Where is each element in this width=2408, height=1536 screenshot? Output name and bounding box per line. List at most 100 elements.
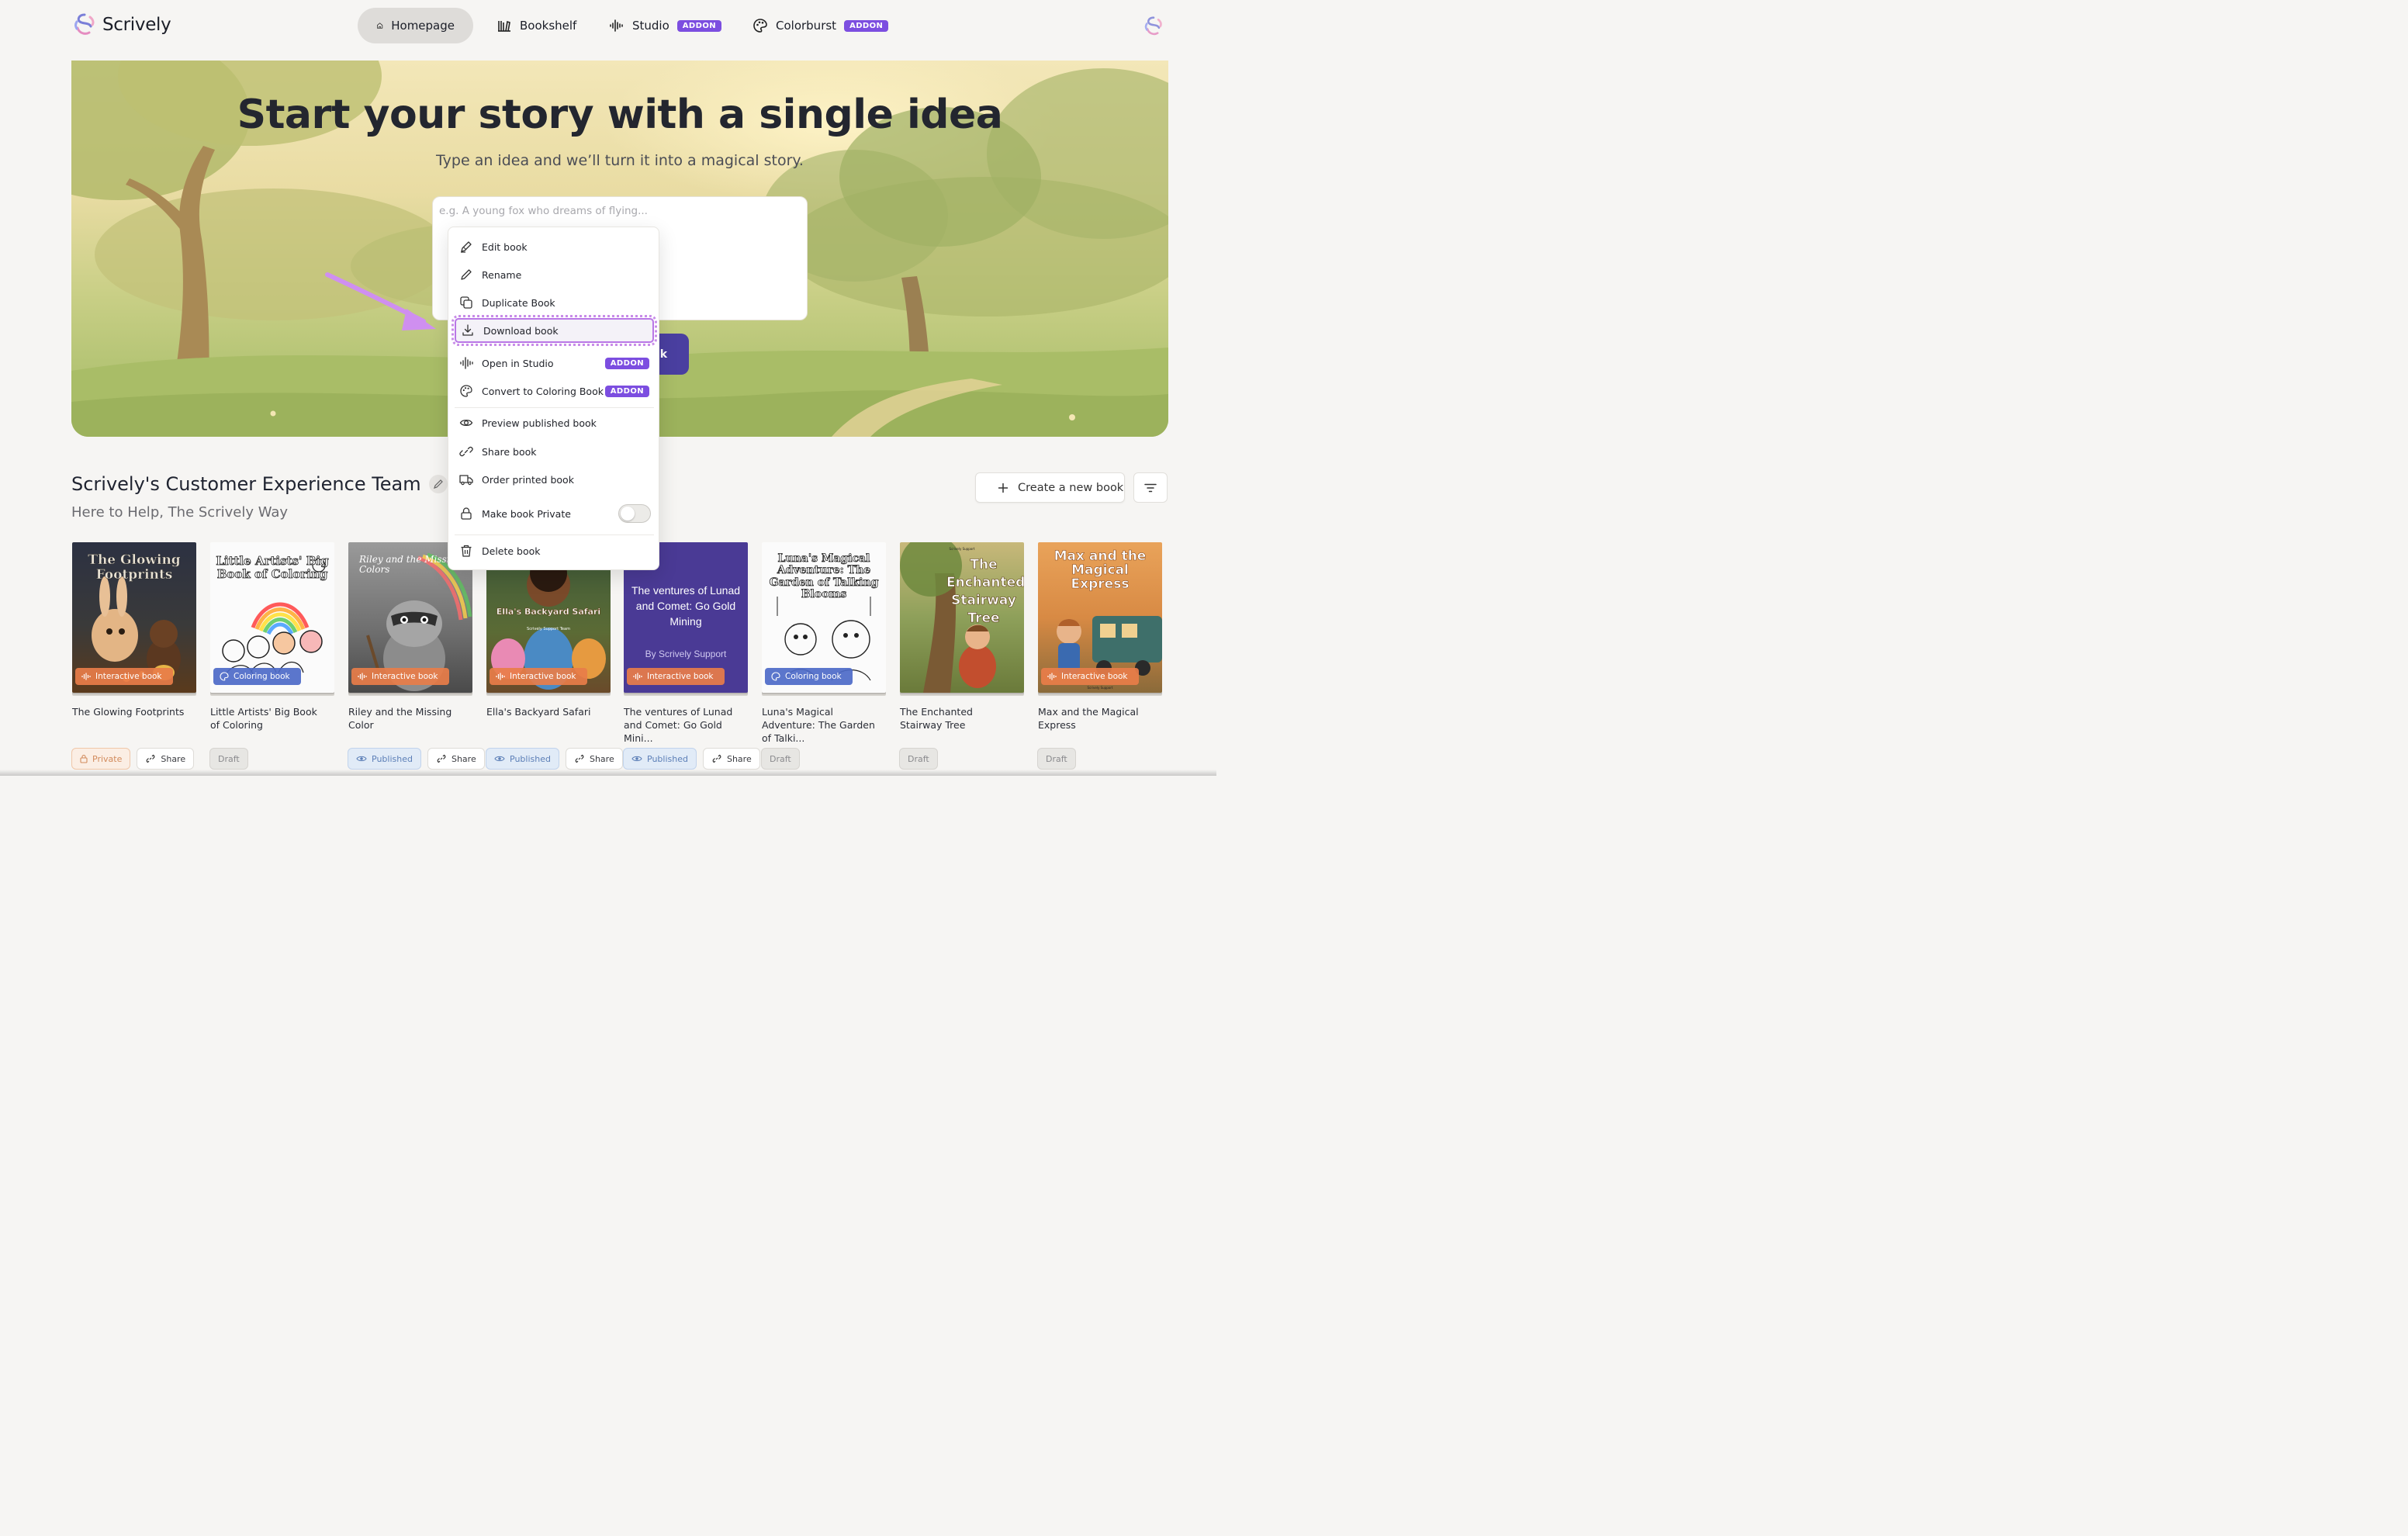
idea-input[interactable] (439, 205, 796, 217)
book-name[interactable]: Luna's Magical Adventure: The Garden of … (762, 705, 878, 745)
book-name[interactable]: Riley and the Missing Color (348, 705, 465, 732)
book-name[interactable]: The Glowing Footprints (72, 705, 189, 718)
status-label: Published (647, 753, 688, 764)
audio-wave-icon (81, 673, 91, 680)
menu-item-order-printed-book[interactable]: Order printed book (455, 467, 654, 492)
brand-logo[interactable]: Scrively (73, 12, 171, 37)
menu-item-preview-published-book[interactable]: Preview published book (455, 410, 654, 435)
private-badge[interactable]: Private (71, 748, 131, 770)
book-cover[interactable]: Luna's Magical Adventure: The Garden of … (762, 542, 886, 693)
audio-wave-icon (1047, 673, 1057, 680)
hero-title: Start your story with a single idea (237, 92, 1003, 138)
book-cover[interactable]: Little Artists' Big Book of Coloring Col… (210, 542, 334, 693)
menu-item-download-book[interactable]: Download book (452, 315, 657, 346)
lock-icon (80, 754, 88, 763)
cover-subtitle: Scrively Support (949, 547, 975, 551)
book-type-pill: Coloring book (765, 668, 853, 685)
book-card[interactable]: The ventures of Lunad and Comet: Go Gold… (624, 542, 749, 745)
edit-team-name-button[interactable] (428, 475, 448, 493)
book-type-pill: Coloring book (213, 668, 301, 685)
book-type-label: Coloring book (785, 672, 842, 681)
draft-badge: Draft (209, 748, 248, 770)
book-type-label: Coloring book (234, 672, 290, 681)
share-button[interactable]: Share (427, 748, 485, 770)
book-context-menu: Edit book Rename Duplicate Book Download… (448, 227, 659, 570)
link-icon (712, 754, 721, 763)
book-card[interactable]: Little Artists' Big Book of Coloring Col… (210, 542, 335, 732)
book-cover[interactable]: The Glowing Footprints Interactive book (72, 542, 196, 693)
menu-item-share-book[interactable]: Share book (455, 439, 654, 464)
audio-wave-icon (633, 673, 642, 680)
book-type-pill: Interactive book (490, 668, 587, 685)
menu-item-delete-book[interactable]: Delete book (455, 538, 654, 563)
share-label: Share (161, 753, 186, 764)
book-name[interactable]: Little Artists' Big Book of Coloring (210, 705, 327, 732)
book-card[interactable]: Scrively Support The Enchanted Stairway … (900, 542, 1025, 732)
status-label: Published (372, 753, 413, 764)
lock-icon (461, 507, 472, 520)
menu-item-label: Share book (482, 445, 537, 458)
book-type-label: Interactive book (1061, 672, 1128, 681)
menu-item-open-in-studio[interactable]: Open in Studio ADDON (455, 351, 654, 375)
book-card[interactable]: Luna's Magical Adventure: The Garden of … (762, 542, 887, 745)
link-icon (437, 754, 446, 763)
book-type-label: Interactive book (647, 672, 714, 681)
private-toggle[interactable] (618, 504, 651, 523)
nav-tab-colorburst[interactable]: Colorburst ADDON (734, 8, 907, 43)
pencil-icon (461, 269, 472, 280)
menu-item-label: Delete book (482, 545, 541, 557)
menu-item-label: Open in Studio (482, 357, 554, 369)
share-label: Share (589, 753, 614, 764)
filter-button[interactable] (1133, 472, 1168, 503)
share-button[interactable]: Share (565, 748, 623, 770)
published-badge[interactable]: Published (623, 748, 697, 770)
menu-item-label: Download book (483, 324, 559, 337)
share-button[interactable]: Share (702, 748, 760, 770)
book-card[interactable]: Max and the Magical Express Interactive … (1038, 542, 1163, 732)
published-badge[interactable]: Published (348, 748, 421, 770)
book-name[interactable]: Max and the Magical Express (1038, 705, 1154, 732)
share-label: Share (451, 753, 476, 764)
book-card[interactable]: Riley and the Missing Colors Interactive… (348, 542, 473, 732)
book-cover[interactable]: Scrively Support The Enchanted Stairway … (900, 542, 1024, 693)
account-avatar-icon[interactable] (1143, 16, 1164, 37)
book-actions: Private Share (71, 748, 195, 770)
menu-item-make-book-private[interactable]: Make book Private (455, 501, 654, 526)
addon-badge: ADDON (676, 19, 721, 32)
team-title: Scrively's Customer Experience Team (71, 473, 421, 495)
menu-item-edit-book[interactable]: Edit book (455, 234, 654, 259)
book-name[interactable]: The Enchanted Stairway Tree (900, 705, 1016, 732)
audio-wave-icon (460, 357, 473, 369)
cover-title: The Enchanted Stairway Tree (946, 557, 1024, 626)
menu-item-label: Rename (482, 268, 522, 281)
menu-item-rename[interactable]: Rename (455, 262, 654, 287)
book-actions: Published Share (623, 748, 760, 770)
link-icon (575, 754, 584, 763)
nav-tab-label: Homepage (391, 19, 455, 33)
palette-icon (220, 672, 229, 681)
published-badge[interactable]: Published (486, 748, 559, 770)
menu-item-duplicate-book[interactable]: Duplicate Book (455, 290, 654, 315)
create-new-book-label: Create a new book (1018, 481, 1124, 494)
trash-icon (461, 545, 472, 557)
top-nav: Scrively Homepage Bookshelf Studio ADDON… (0, 0, 1216, 51)
filter-icon (1144, 483, 1157, 492)
book-cover[interactable]: Max and the Magical Express Interactive … (1038, 542, 1162, 693)
nav-tab-studio[interactable]: Studio ADDON (590, 8, 740, 43)
share-button[interactable]: Share (137, 748, 195, 770)
create-book-button-label: k (659, 348, 667, 361)
menu-item-label: Duplicate Book (482, 296, 555, 309)
book-name[interactable]: Ella's Backyard Safari (486, 705, 603, 718)
book-actions: Draft (209, 748, 248, 770)
cover-subtitle: Scrively Support Team (527, 627, 570, 631)
book-name[interactable]: The ventures of Lunad and Comet: Go Gold… (624, 705, 740, 745)
download-icon (462, 324, 473, 336)
nav-tab-bookshelf[interactable]: Bookshelf (478, 8, 595, 43)
book-card[interactable]: The Glowing Footprints Interactive book … (72, 542, 197, 718)
create-new-book-button[interactable]: Create a new book (975, 472, 1125, 503)
menu-item-convert-to-coloring-book[interactable]: Convert to Coloring Book ADDON (455, 379, 654, 403)
cover-title: Luna's Magical Adventure: The Garden of … (769, 552, 879, 601)
addon-badge: ADDON (604, 385, 649, 397)
nav-tab-homepage[interactable]: Homepage (358, 8, 473, 43)
draft-badge: Draft (761, 748, 800, 770)
